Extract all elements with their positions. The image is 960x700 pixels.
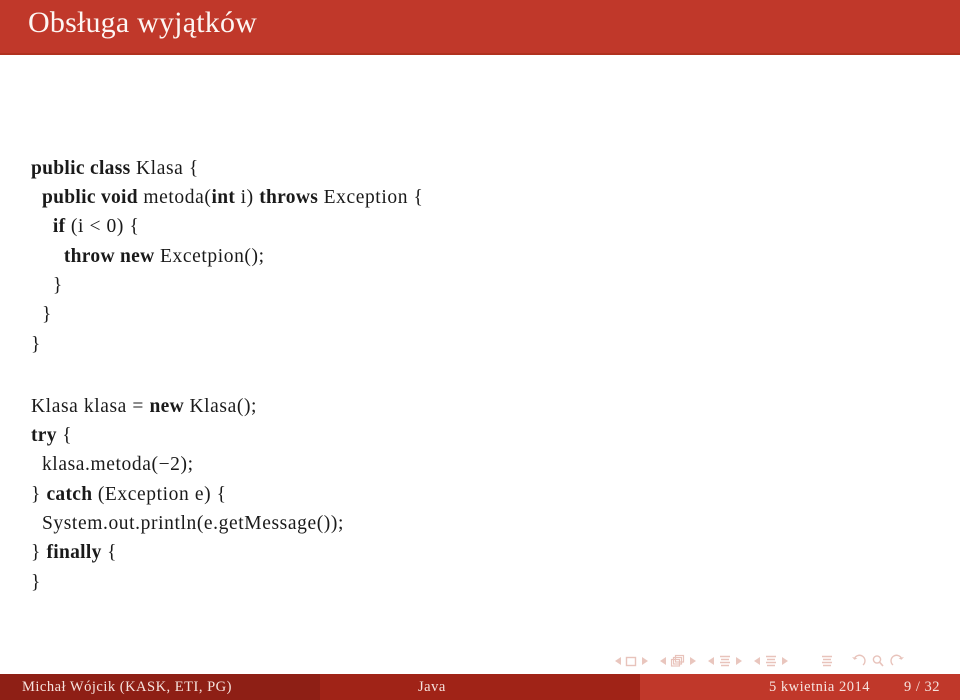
code-keyword: public void [41,186,138,208]
slide-square-icon[interactable] [625,655,638,668]
search-magnifier-icon[interactable] [871,654,885,668]
code-keyword: throw new [63,245,155,267]
code-identifier [31,187,42,208]
previous-subsection-arrow-icon[interactable] [708,657,714,665]
code-line: if (i < 0) { [31,212,423,241]
code-identifier: } [31,275,63,297]
code-line: public void metoda(int i) throws Excepti… [31,183,423,212]
code-identifier: i) [235,186,260,208]
code-line: } catch (Exception e) { [31,480,344,509]
code-identifier: } [31,571,41,593]
code-keyword: public class [31,157,131,179]
code-identifier: metoda( [137,186,212,208]
code-block-class-definition: public class Klasa { public void metoda(… [31,154,423,360]
page-title: Obsługa wyjątków [28,6,258,39]
code-keyword: int [211,186,236,208]
code-identifier: System.out.println(e.getMessage()); [31,513,345,535]
footer-date: 5 kwietnia 2014 [769,678,870,695]
next-section-arrow-icon[interactable] [782,657,788,665]
code-identifier: Exception { [318,186,424,208]
code-identifier: } [31,333,41,355]
nav-document-group[interactable] [820,654,910,668]
code-identifier: Klasa(); [183,395,258,417]
code-keyword: throws [259,186,319,208]
previous-section-arrow-icon[interactable] [754,657,760,665]
beamer-navigation-symbols[interactable] [615,651,950,671]
code-identifier: (i < 0) { [65,216,140,238]
previous-frame-arrow-icon[interactable] [660,657,666,665]
forward-arrow-icon[interactable] [890,654,905,668]
code-keyword: new [149,395,184,417]
code-identifier [31,216,53,237]
code-block-try-catch-finally: Klasa klasa = new Klasa(); try { klasa.me… [31,392,344,598]
code-line: } [31,271,423,300]
document-lines-icon[interactable] [820,654,834,668]
code-line: System.out.println(e.getMessage()); [31,509,344,538]
nav-subsection-group[interactable] [708,654,742,668]
code-identifier: } [31,483,47,505]
slide-content: public class Klasa { public void metoda(… [0,72,960,632]
footer-subject: Java [320,674,640,700]
code-line: Klasa klasa = new Klasa(); [31,392,344,421]
frame-stack-icon[interactable] [670,654,686,668]
code-identifier [31,246,64,267]
nav-slide-group[interactable] [615,655,648,668]
back-arrow-icon[interactable] [851,654,866,668]
code-line: public class Klasa { [31,154,423,183]
code-keyword: try [31,424,57,446]
code-keyword: finally [46,542,102,564]
code-line: } finally { [31,538,344,567]
code-identifier: } [31,542,47,564]
footer-page-number: 9 / 32 [903,678,940,695]
code-identifier: { [101,542,118,564]
footer-author: Michał Wójcik (KASK, ETI, PG) [0,674,320,700]
code-identifier: Excetpion(); [154,245,265,267]
code-line: klasa.metoda(−2); [31,450,344,479]
subsection-lines-icon[interactable] [718,654,732,668]
code-line: try { [31,421,344,450]
section-lines-icon[interactable] [764,654,778,668]
slide-footer: Michał Wójcik (KASK, ETI, PG) Java 5 kwi… [0,674,960,700]
code-identifier: Klasa klasa = [31,395,150,417]
nav-frame-group[interactable] [660,654,696,668]
title-bar-underline [0,53,960,55]
code-identifier: } [31,304,52,326]
code-identifier: klasa.metoda(−2); [31,454,194,476]
next-slide-arrow-icon[interactable] [642,657,648,665]
nav-section-group[interactable] [754,654,788,668]
code-line: } [31,568,344,597]
code-identifier: Klasa { [130,157,199,179]
next-frame-arrow-icon[interactable] [690,657,696,665]
code-keyword: if [52,216,66,238]
code-keyword: catch [46,483,93,505]
code-line: throw new Excetpion(); [31,242,423,271]
next-subsection-arrow-icon[interactable] [736,657,742,665]
code-identifier: (Exception e) { [92,483,227,505]
previous-slide-arrow-icon[interactable] [615,657,621,665]
code-line: } [31,330,423,359]
code-identifier: { [56,424,73,446]
code-line: } [31,300,423,329]
footer-meta: 5 kwietnia 2014 9 / 32 [640,674,960,700]
